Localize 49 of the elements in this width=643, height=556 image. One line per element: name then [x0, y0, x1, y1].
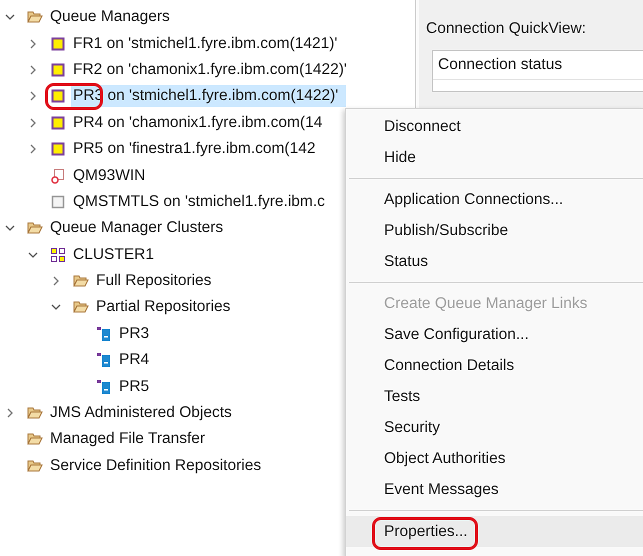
folder-icon [73, 299, 89, 316]
tree-item[interactable]: PR4 on 'chamonix1.fyre.ibm.com(14 [71, 112, 324, 134]
tree-item[interactable]: PR3 [117, 322, 152, 345]
tree-item[interactable]: FR1 on 'stmichel1.fyre.ibm.com(1421)' [71, 32, 340, 55]
tree-item[interactable]: QMSTMTLS on 'stmichel1.fyre.ibm.c [71, 190, 327, 213]
tree-item[interactable]: Service Definition Repositories [48, 454, 264, 477]
cluster-icon [50, 246, 66, 263]
menu-item[interactable]: Security [346, 412, 643, 443]
tree-item[interactable]: Queue Manager Clusters [48, 217, 226, 240]
folder-icon [27, 458, 43, 474]
tree-item[interactable]: Managed File Transfer [48, 428, 208, 450]
tree-item[interactable]: FR2 on 'chamonix1.fyre.ibm.com(1422)' [71, 58, 349, 81]
menu-item[interactable]: Disconnect [346, 111, 643, 142]
menu-item[interactable]: Connection Details [346, 350, 643, 381]
menu-item[interactable]: Save Configuration... [346, 319, 643, 350]
queue-manager-icon [50, 88, 66, 104]
folder-icon [27, 9, 43, 26]
repository-member-icon [96, 378, 112, 395]
tree-item[interactable]: Queue Managers [48, 6, 172, 28]
tree-item[interactable]: Full Repositories [94, 270, 214, 292]
menu-item[interactable]: Event Messages [346, 474, 643, 505]
queue-manager-icon [50, 36, 66, 52]
menu-item[interactable]: Properties... [346, 516, 643, 547]
tree-item[interactable]: PR5 on 'finestra1.fyre.ibm.com(142 [71, 138, 318, 160]
menu-item[interactable]: Tests [346, 381, 643, 412]
repository-member-icon [96, 352, 112, 368]
folder-icon [27, 405, 43, 422]
tree-item[interactable]: PR4 [117, 349, 152, 372]
repository-member-icon [96, 326, 112, 342]
menu-item[interactable]: Hide [346, 142, 643, 173]
menu-item[interactable]: Application Connections... [346, 184, 643, 215]
queue-manager-icon [50, 141, 66, 158]
tree-item[interactable]: JMS Administered Objects [48, 402, 234, 424]
queue-manager-icon [50, 62, 66, 78]
tree-item[interactable]: Partial Repositories [94, 296, 232, 318]
panel-title: Connection QuickView: [426, 20, 586, 39]
menu-item[interactable]: Status [346, 246, 643, 277]
queue-manager-error-icon [50, 168, 66, 184]
folder-icon [27, 431, 43, 448]
folder-icon [73, 273, 89, 290]
menu-item[interactable]: Object Authorities [346, 443, 643, 474]
tree-item[interactable]: CLUSTER1 [71, 244, 156, 266]
queue-manager-stopped-icon [50, 194, 66, 210]
tree-item[interactable]: PR5 [117, 376, 152, 398]
folder-icon [27, 220, 43, 236]
queue-manager-icon [50, 114, 66, 131]
table-cell: Connection status [433, 51, 643, 80]
tree-item[interactable]: QM93WIN [71, 164, 148, 187]
menu-item[interactable]: Publish/Subscribe [346, 215, 643, 246]
